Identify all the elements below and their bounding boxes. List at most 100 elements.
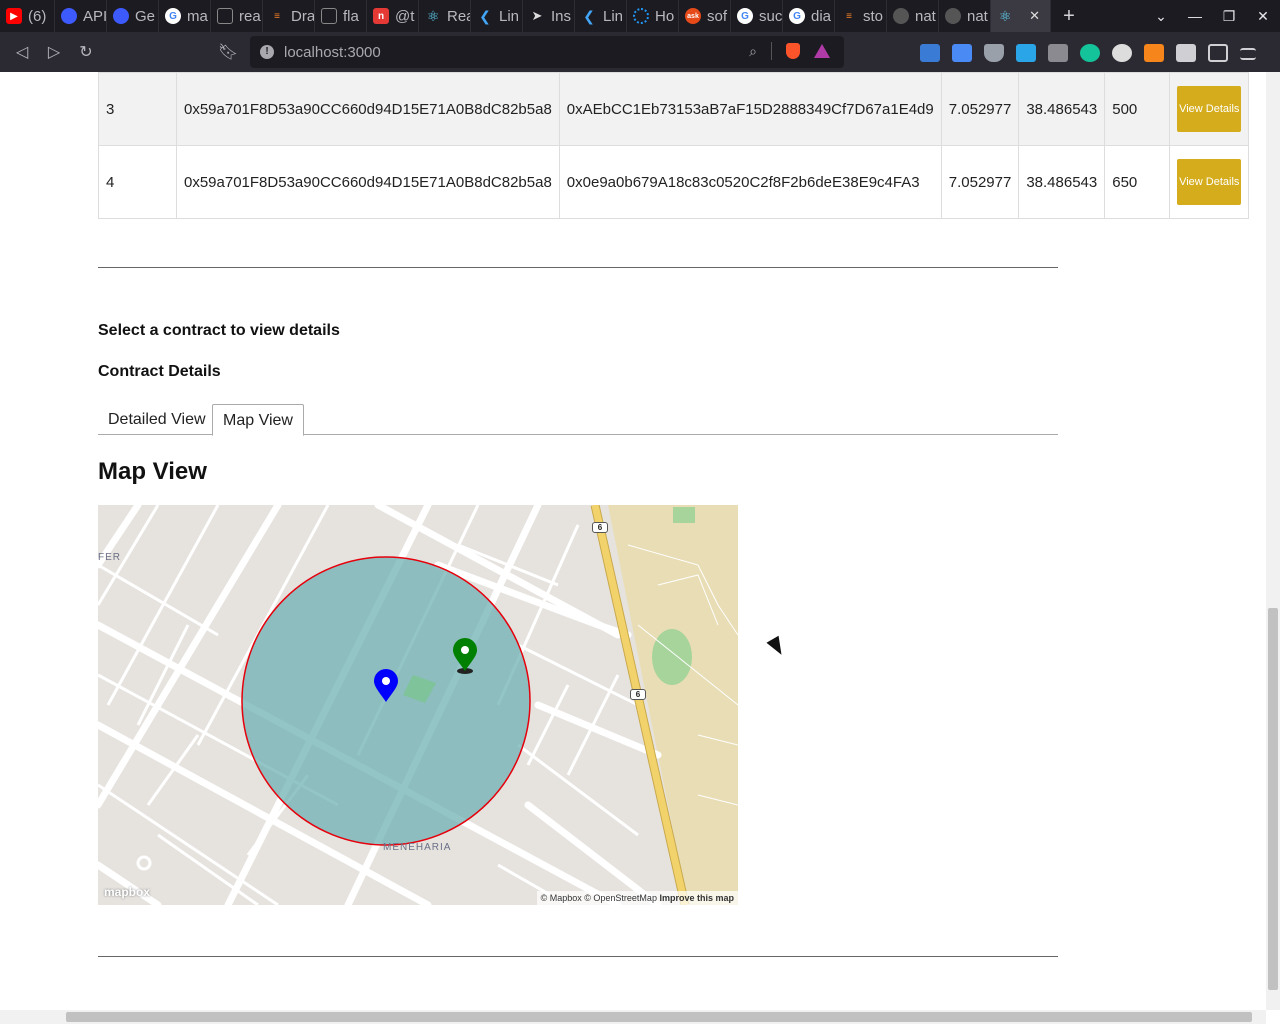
- cell-amount: 500: [1104, 72, 1171, 146]
- browser-tab[interactable]: Gdia: [783, 0, 835, 32]
- horizontal-scrollbar[interactable]: [0, 1010, 1266, 1024]
- cell-id: 4: [98, 145, 177, 219]
- page-content: 3 0x59a701F8D53a90CC660d94D15E71A0B8dC82…: [0, 72, 1266, 1010]
- flutter-icon: ❮: [479, 7, 491, 24]
- window-controls: ⌄ — ❐ ✕: [1144, 0, 1280, 32]
- zoom-icon[interactable]: ⌕: [749, 43, 757, 60]
- brave-rewards-icon[interactable]: [814, 44, 830, 58]
- cell-from-address: 0x59a701F8D53a90CC660d94D15E71A0B8dC82b5…: [176, 145, 560, 219]
- map-canvas[interactable]: FER MENEHARIA 6 6 mapbox © Mapbox © Open…: [98, 505, 738, 905]
- select-prompt: Select a contract to view details: [98, 322, 340, 339]
- browser-tab-active[interactable]: ⚛ ✕: [991, 0, 1051, 32]
- browser-tab[interactable]: ≡ Dra: [263, 0, 315, 32]
- browser-tab[interactable]: ≡ sto: [835, 0, 887, 32]
- browser-tab-bar: ▶(6) API Ge Gma rea ≡Dra fla n@t ⚛Rea ❮L…: [0, 0, 1280, 32]
- view-details-button[interactable]: View Details: [1177, 86, 1242, 132]
- tab-map-view[interactable]: Map View: [212, 404, 304, 436]
- window-extension-icon[interactable]: [1016, 44, 1036, 62]
- back-icon[interactable]: ◁: [6, 36, 38, 68]
- google-icon: G: [789, 8, 805, 24]
- view-details-button[interactable]: View Details: [1177, 159, 1242, 205]
- info-icon[interactable]: !: [260, 45, 274, 59]
- translate-icon[interactable]: [952, 44, 972, 62]
- arrow-icon: ➤: [531, 8, 543, 23]
- browser-toolbar: ◁ ▷ ↻ 🔖︎ ! localhost:3000 ⌕: [0, 32, 1280, 72]
- cell-amount: 650: [1104, 145, 1171, 219]
- divider: [771, 42, 772, 60]
- improve-map-link[interactable]: Improve this map: [659, 893, 734, 903]
- github-icon: [945, 8, 961, 24]
- react-icon: ⚛: [426, 7, 440, 24]
- browser-tab[interactable]: nat: [887, 0, 939, 32]
- browser-tab[interactable]: rea: [211, 0, 263, 32]
- tab-detailed-view[interactable]: Detailed View: [98, 404, 216, 435]
- close-window-icon[interactable]: ✕: [1246, 8, 1280, 25]
- wallet-icon[interactable]: [1208, 44, 1228, 62]
- section-title: Contract Details: [98, 363, 221, 380]
- mapbox-logo[interactable]: mapbox: [104, 885, 150, 899]
- browser-tab[interactable]: ▶ (6): [0, 0, 55, 32]
- divider: [98, 267, 1058, 268]
- browser-tab[interactable]: Ho: [627, 0, 679, 32]
- shield-extension-icon[interactable]: [984, 44, 1004, 62]
- browser-tab[interactable]: Gma: [159, 0, 211, 32]
- url-text[interactable]: localhost:3000: [284, 44, 381, 61]
- cell-latitude: 7.052977: [940, 145, 1020, 219]
- roundabout: [136, 855, 152, 871]
- extensions-area: [920, 42, 1256, 64]
- new-tab-button[interactable]: +: [1051, 0, 1087, 32]
- brave-shield-icon[interactable]: [786, 43, 800, 59]
- place-label: FER: [98, 552, 121, 563]
- scrollbar-thumb[interactable]: [66, 1012, 1252, 1022]
- menu-icon[interactable]: [1240, 48, 1256, 60]
- browser-tab[interactable]: Gsuc: [731, 0, 783, 32]
- cell-latitude: 7.052977: [940, 72, 1020, 146]
- browser-tab[interactable]: ➤ Ins: [523, 0, 575, 32]
- attribution-text[interactable]: © Mapbox © OpenStreetMap: [541, 893, 657, 903]
- ai-extension-icon[interactable]: [1112, 44, 1132, 62]
- view-tabs: Detailed View Map View: [98, 404, 1058, 436]
- grammarly-icon[interactable]: [1080, 44, 1100, 62]
- browser-tab[interactable]: ask sof: [679, 0, 731, 32]
- maximize-icon[interactable]: ❐: [1212, 8, 1246, 25]
- minimize-icon[interactable]: —: [1178, 8, 1212, 24]
- browser-tab[interactable]: API: [55, 0, 107, 32]
- forward-icon[interactable]: ▷: [38, 36, 70, 68]
- close-tab-icon[interactable]: ✕: [1029, 8, 1046, 24]
- address-bar[interactable]: ! localhost:3000 ⌕: [250, 36, 844, 68]
- browser-tab[interactable]: ⚛Rea: [419, 0, 471, 32]
- browser-tab[interactable]: n @t: [367, 0, 419, 32]
- browser-tab[interactable]: Ge: [107, 0, 159, 32]
- cell-to-address: 0x0e9a0b679A18c83c0520C2f8F2b6deE38E9c4F…: [558, 145, 942, 219]
- metamask-icon[interactable]: [1144, 44, 1164, 62]
- bookmark-icon[interactable]: 🔖︎: [212, 36, 244, 68]
- vertical-scrollbar[interactable]: [1266, 72, 1280, 1010]
- cell-from-address: 0x59a701F8D53a90CC660d94D15E71A0B8dC82b5…: [176, 72, 560, 146]
- browser-tab[interactable]: ❮ Lin: [575, 0, 627, 32]
- puzzle-icon[interactable]: [1176, 44, 1196, 62]
- browser-tab[interactable]: fla: [315, 0, 367, 32]
- extension-icon[interactable]: [920, 44, 940, 62]
- contracts-table: 3 0x59a701F8D53a90CC660d94D15E71A0B8dC82…: [98, 72, 1250, 219]
- park-area: [673, 507, 695, 523]
- cell-action: View Details: [1169, 72, 1250, 146]
- cell-longitude: 38.486543: [1018, 72, 1106, 146]
- place-label: MENEHARIA: [383, 842, 452, 853]
- cell-action: View Details: [1169, 145, 1250, 219]
- cell-id: 3: [98, 72, 177, 146]
- road-shield: 6: [592, 522, 608, 533]
- browser-tab[interactable]: ❮ Lin: [471, 0, 523, 32]
- map-attribution: © Mapbox © OpenStreetMap Improve this ma…: [536, 891, 738, 905]
- cell-to-address: 0xAEbCC1Eb73153aB7aF15D2888349Cf7D67a1E4…: [558, 72, 942, 146]
- clipper-extension-icon[interactable]: [1048, 44, 1068, 62]
- table-row: 4 0x59a701F8D53a90CC660d94D15E71A0B8dC82…: [98, 145, 1250, 219]
- cell-longitude: 38.486543: [1018, 145, 1106, 219]
- flutter-icon: ❮: [583, 7, 595, 24]
- github-icon: [893, 8, 909, 24]
- browser-tab[interactable]: nat: [939, 0, 991, 32]
- circle-icon: [113, 8, 129, 24]
- reload-icon[interactable]: ↻: [70, 36, 102, 68]
- tab-list-chevron-icon[interactable]: ⌄: [1144, 8, 1178, 25]
- react-icon: ⚛: [998, 7, 1012, 24]
- scrollbar-thumb[interactable]: [1268, 608, 1278, 990]
